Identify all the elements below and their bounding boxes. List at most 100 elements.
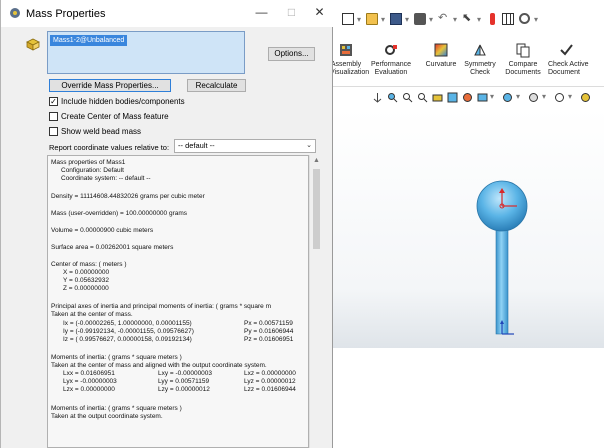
principal-axis-iz: Iz = ( 0.99576627, 0.00000158, 0.0919213… [63, 336, 192, 343]
create-com-checkbox[interactable] [49, 112, 58, 121]
surface-area-line: Surface area = 0.00262001 square meters [51, 244, 174, 251]
hide-show-items-icon[interactable] [502, 92, 513, 103]
moment-lzx: Lzx = 0.00000000 [63, 386, 115, 393]
apply-scene-icon[interactable] [528, 92, 539, 103]
check-active-document-button[interactable]: Check Active Document [548, 40, 604, 86]
maximize-button[interactable]: □ [279, 3, 304, 23]
results-scrollbar[interactable]: ▲ [309, 155, 322, 448]
results-header: Mass properties of Mass1 [51, 159, 126, 166]
file-properties-icon[interactable] [502, 13, 514, 25]
mass-properties-results[interactable]: Mass properties of Mass1 Configuration: … [47, 155, 309, 448]
principal-axis-ix: Ix = (-0.00002265, 1.00000000, 0.0000115… [63, 320, 192, 327]
close-button[interactable]: ✕ [307, 3, 332, 23]
include-hidden-checkbox[interactable]: ✓ [49, 97, 58, 106]
open-folder-icon[interactable] [366, 13, 378, 25]
scrollbar-thumb[interactable] [313, 169, 320, 249]
compare-documents-icon [516, 43, 530, 58]
principal-moment-pz: Pz = 0.01606951 [244, 336, 294, 343]
density-line: Density = 11114608.44832026 grams per cu… [51, 193, 205, 200]
ribbon-label: Evaluation [374, 69, 408, 76]
dynamic-annotation-icon[interactable] [447, 92, 458, 103]
render-tools-icon[interactable] [580, 92, 591, 103]
volume-line: Volume = 0.00000900 cubic meters [51, 227, 154, 234]
moment-lxx: Lxx = 0.01606951 [63, 370, 115, 377]
select-cursor-icon[interactable]: ⬉ [462, 11, 474, 24]
undo-icon[interactable]: ↶ [438, 11, 450, 24]
options-button[interactable]: Options... [268, 47, 315, 61]
dropdown-icon[interactable]: ▾ [381, 15, 385, 24]
section-view-icon[interactable] [432, 92, 443, 103]
dropdown-icon[interactable]: ▾ [542, 92, 553, 103]
dropdown-icon[interactable]: ▾ [405, 15, 409, 24]
principal-axes-subheader: Taken at the center of mass. [51, 311, 133, 318]
dropdown-icon[interactable]: ▾ [534, 15, 538, 24]
ribbon-label: Curvature [425, 61, 457, 68]
assembly-visualization-button[interactable]: Assembly Visualization [330, 40, 370, 86]
curvature-button[interactable]: Curvature [423, 40, 459, 86]
dialog-title: Mass Properties [26, 8, 106, 20]
zoom-to-fit-icon[interactable] [387, 92, 398, 103]
solidworks-window: ▾ ▾ ▾ ▾ ↶ ▾ ⬉ ▾ ▾ Assembly Visualization… [330, 0, 604, 448]
center-of-mass-header: Center of mass: ( meters ) [51, 261, 127, 268]
ribbon-label: Check Active [548, 61, 589, 68]
ribbon-label: Visualization [330, 69, 370, 76]
scroll-up-icon[interactable]: ▲ [313, 157, 320, 164]
coordinate-system-value: -- default -- [178, 141, 215, 150]
center-of-mass-z: Z = 0.00000000 [63, 285, 109, 292]
minimize-button[interactable]: — [249, 3, 274, 23]
ribbon-label: Document [548, 69, 580, 76]
curvature-icon [434, 43, 448, 57]
coordinate-system-label: Report coordinate values relative to: [49, 143, 170, 152]
compare-documents-button[interactable]: Compare Documents [502, 40, 544, 86]
previous-view-icon[interactable] [417, 92, 428, 103]
rebuild-icon[interactable] [490, 13, 495, 25]
dropdown-icon[interactable]: ▾ [568, 92, 579, 103]
moment-lxy: Lxy = -0.00000003 [158, 370, 213, 377]
moment-lxz: Lxz = 0.00000000 [244, 370, 296, 377]
dropdown-icon[interactable]: ▾ [490, 92, 501, 103]
ribbon-label: Compare [508, 61, 538, 68]
save-icon[interactable] [390, 13, 402, 25]
dropdown-icon[interactable]: ▾ [453, 15, 457, 24]
performance-evaluation-button[interactable]: Performance Evaluation [368, 40, 414, 86]
symmetry-check-button[interactable]: Symmetry Check [462, 40, 498, 86]
override-mass-properties-button[interactable]: Override Mass Properties... [49, 79, 171, 92]
ribbon-label: Assembly [330, 61, 362, 68]
graphics-area[interactable] [330, 108, 604, 348]
mass-properties-icon [10, 8, 20, 18]
pendulum-rod[interactable] [495, 227, 509, 335]
moment-lyx: Lyx = -0.00000003 [63, 378, 117, 385]
center-of-mass-x: X = 0.00000000 [63, 269, 110, 276]
show-weld-checkbox[interactable] [49, 127, 58, 136]
dropdown-icon[interactable]: ▾ [516, 92, 527, 103]
principal-moment-py: Py = 0.01606944 [244, 328, 294, 335]
assembly-visualization-icon [340, 44, 352, 56]
dropdown-icon[interactable]: ▾ [357, 15, 361, 24]
mass-properties-dialog: Mass Properties — □ ✕ Mass1-2@Unbalanced… [0, 0, 334, 448]
new-document-icon[interactable] [342, 13, 354, 25]
view-settings-icon[interactable] [554, 92, 565, 103]
create-com-label: Create Center of Mass feature [61, 112, 169, 121]
center-of-mass-y: Y = 0.05632932 [63, 277, 109, 284]
dropdown-icon[interactable]: ▾ [477, 15, 481, 24]
ribbon-label: Documents [505, 69, 541, 76]
include-hidden-label: Include hidden bodies/components [61, 97, 185, 106]
options-gear-icon[interactable] [519, 13, 530, 24]
heads-up-view-toolbar: ▾ ▾ ▾ ▾ [330, 86, 604, 108]
zoom-area-icon[interactable] [402, 92, 413, 103]
print-icon[interactable] [414, 13, 426, 25]
recalculate-button[interactable]: Recalculate [187, 79, 246, 92]
coordinate-system-line: Coordinate system: -- default -- [61, 175, 151, 182]
display-style-icon[interactable] [477, 92, 488, 103]
view-settings-icon[interactable] [462, 92, 473, 103]
ribbon-label: Check [470, 69, 490, 76]
selection-item[interactable]: Mass1-2@Unbalanced [50, 35, 128, 46]
dialog-title-bar[interactable]: Mass Properties — □ ✕ [1, 0, 334, 27]
dropdown-icon[interactable]: ▾ [429, 15, 433, 24]
selection-list[interactable]: Mass1-2@Unbalanced [47, 31, 245, 74]
coordinate-system-dropdown[interactable]: -- default -- ⌄ [174, 139, 316, 153]
moments-of-inertia-header: Moments of inertia: ( grams * square met… [51, 354, 182, 361]
principal-axis-iy: Iy = (-0.99192134, -0.00001155, 0.095766… [63, 328, 194, 335]
view-orientation-icon[interactable] [372, 92, 383, 103]
pendulum-model[interactable] [330, 108, 604, 348]
